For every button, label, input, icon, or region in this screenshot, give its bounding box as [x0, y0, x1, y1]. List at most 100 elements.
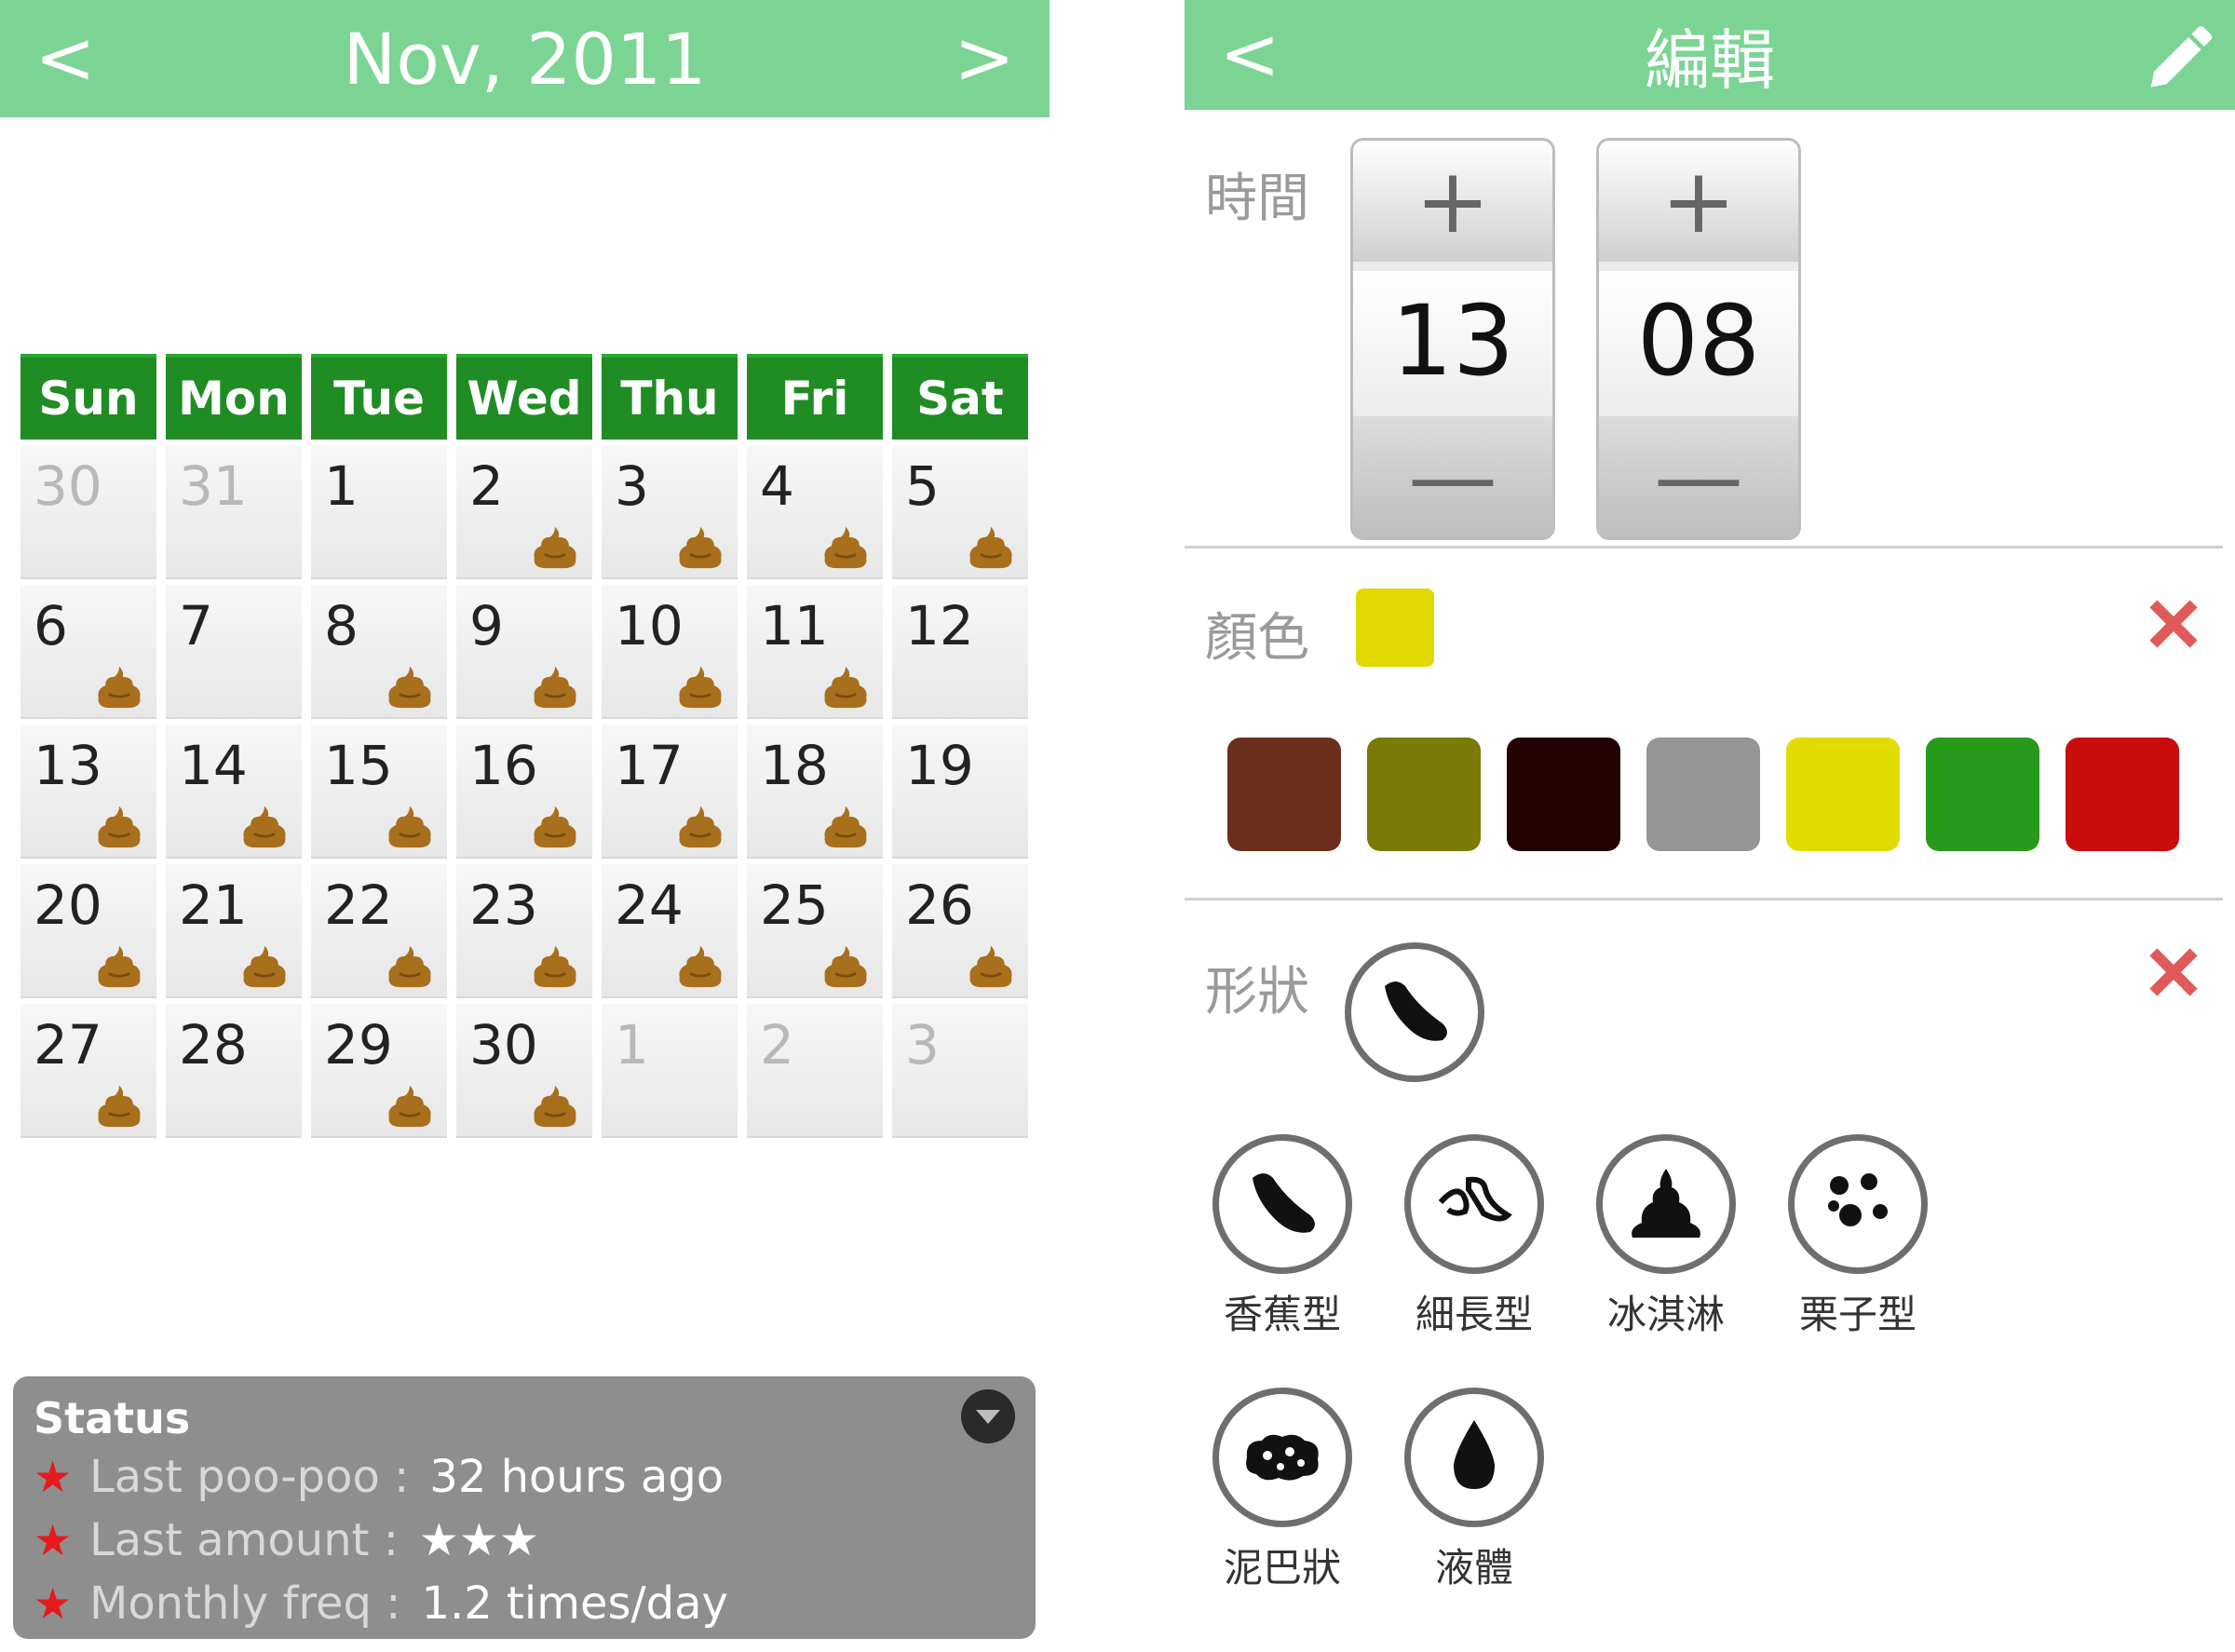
day-number: 4 — [760, 454, 794, 518]
next-month-button[interactable]: > — [938, 0, 1031, 117]
status-value: 32 hours ago — [429, 1451, 725, 1503]
calendar-day-cell[interactable]: 22 — [311, 864, 447, 998]
calendar-day-cell[interactable]: 5 — [892, 445, 1028, 579]
calendar-day-cell[interactable]: 8 — [311, 585, 447, 719]
status-value: 1.2 times/day — [421, 1578, 728, 1630]
calendar-day-cell[interactable]: 21 — [166, 864, 302, 998]
calendar-day-cell[interactable]: 26 — [892, 864, 1028, 998]
shape-option-button[interactable] — [1212, 1134, 1352, 1274]
day-number: 7 — [179, 594, 213, 657]
poo-icon — [98, 945, 141, 988]
hour-decrement-button[interactable]: — — [1353, 416, 1552, 537]
poo-icon — [679, 666, 722, 709]
calendar-day-cell[interactable]: 18 — [747, 724, 883, 859]
selected-shape — [1345, 942, 1484, 1082]
calendar-day-cell[interactable]: 13 — [20, 724, 156, 859]
shape-option-button[interactable] — [1404, 1134, 1544, 1274]
shape-option-label: 泥巴狀 — [1223, 1545, 1341, 1591]
minute-decrement-button[interactable]: — — [1599, 416, 1798, 537]
day-number: 3 — [615, 454, 649, 518]
mud-icon — [1246, 1434, 1319, 1481]
day-number: 23 — [469, 873, 538, 937]
hour-stepper: + 13 — — [1350, 138, 1555, 540]
color-swatch[interactable] — [1507, 738, 1620, 851]
day-number: 30 — [34, 454, 102, 518]
calendar-day-cell[interactable]: 25 — [747, 864, 883, 998]
calendar-day-cell[interactable]: 19 — [892, 724, 1028, 859]
color-swatch[interactable] — [2066, 738, 2179, 851]
calendar-day-cell[interactable]: 3 — [602, 445, 738, 579]
hour-increment-button[interactable]: + — [1353, 141, 1552, 262]
calendar-day-cell[interactable]: 30 — [456, 1004, 592, 1138]
poo-icon — [534, 945, 576, 988]
calendar-grid: 30 31 1 2 3 4 5 6 7 8 9 10 11 12 13 14 15 16 17 18 19 20 21 22 2… — [20, 445, 1029, 1138]
day-number: 15 — [324, 734, 393, 797]
minute-value: 08 — [1599, 271, 1798, 411]
poo-icon — [824, 806, 867, 848]
shape-option-label: 香蕉型 — [1223, 1292, 1341, 1337]
color-swatch[interactable] — [1646, 738, 1760, 851]
calendar-day-cell[interactable]: 9 — [456, 585, 592, 719]
time-label: 時間 — [1205, 169, 1309, 229]
calendar-day-cell[interactable]: 30 — [20, 445, 156, 579]
calendar-day-cell[interactable]: 16 — [456, 724, 592, 859]
calendar-day-cell[interactable]: 24 — [602, 864, 738, 998]
calendar-day-cell[interactable]: 6 — [20, 585, 156, 719]
ice-cream-icon — [1632, 1169, 1700, 1238]
calendar-day-cell[interactable]: 2 — [456, 445, 592, 579]
shape-option-button[interactable] — [1404, 1388, 1544, 1527]
shape-option-button[interactable] — [1596, 1134, 1736, 1274]
calendar-day-cell[interactable]: 3 — [892, 1004, 1028, 1138]
calendar-week-row: 27 28 29 30 1 2 3 — [20, 1004, 1029, 1138]
color-swatch[interactable] — [1367, 738, 1481, 851]
calendar-day-cell[interactable]: 20 — [20, 864, 156, 998]
edit-title: 編輯 — [1645, 21, 1775, 99]
calendar-day-cell[interactable]: 14 — [166, 724, 302, 859]
poo-icon — [534, 1085, 576, 1128]
day-number: 5 — [905, 454, 940, 518]
calendar-day-cell[interactable]: 2 — [747, 1004, 883, 1138]
weekday-header: Tue — [311, 354, 447, 440]
calendar-day-cell[interactable]: 17 — [602, 724, 738, 859]
calendar-day-cell[interactable]: 31 — [166, 445, 302, 579]
calendar-day-cell[interactable]: 4 — [747, 445, 883, 579]
day-number: 31 — [179, 454, 248, 518]
poo-icon — [824, 945, 867, 988]
day-number: 14 — [179, 734, 248, 797]
calendar-day-cell[interactable]: 28 — [166, 1004, 302, 1138]
calendar-day-cell[interactable]: 23 — [456, 864, 592, 998]
shape-label: 形狀 — [1205, 962, 1309, 1022]
shape-option-button[interactable] — [1788, 1134, 1928, 1274]
poo-icon — [98, 1085, 141, 1128]
clear-color-icon[interactable] — [2136, 587, 2211, 661]
prev-month-button[interactable]: < — [19, 0, 112, 117]
calendar-screen: < Nov, 2011 > Sun Mon Tue Wed Thu Fri Sat 30 31… — [0, 0, 1052, 1652]
month-title: Nov, 2011 — [343, 17, 707, 101]
calendar-day-cell[interactable]: 10 — [602, 585, 738, 719]
poo-icon — [679, 945, 722, 988]
minute-increment-button[interactable]: + — [1599, 141, 1798, 262]
color-swatch[interactable] — [1786, 738, 1900, 851]
color-swatch[interactable] — [1227, 738, 1341, 851]
day-number: 12 — [905, 594, 974, 657]
shape-option-button[interactable] — [1212, 1388, 1352, 1527]
status-collapse-icon[interactable] — [961, 1389, 1015, 1443]
calendar-day-cell[interactable]: 27 — [20, 1004, 156, 1138]
day-number: 26 — [905, 873, 974, 937]
calendar-day-cell[interactable]: 12 — [892, 585, 1028, 719]
calendar-day-cell[interactable]: 1 — [602, 1004, 738, 1138]
back-button[interactable]: < — [1203, 0, 1296, 110]
shape-option-label: 栗子型 — [1798, 1292, 1917, 1337]
pencil-icon[interactable] — [2140, 17, 2218, 95]
calendar-day-cell[interactable]: 11 — [747, 585, 883, 719]
thin-long-icon — [1438, 1176, 1512, 1222]
calendar-day-cell[interactable]: 7 — [166, 585, 302, 719]
clear-shape-icon[interactable] — [2136, 935, 2211, 1009]
status-label: Last amount : — [89, 1514, 399, 1566]
day-number: 10 — [615, 594, 684, 657]
calendar-day-cell[interactable]: 1 — [311, 445, 447, 579]
calendar-day-cell[interactable]: 29 — [311, 1004, 447, 1138]
calendar-day-cell[interactable]: 15 — [311, 724, 447, 859]
color-swatch[interactable] — [1926, 738, 2039, 851]
day-number: 24 — [615, 873, 684, 937]
